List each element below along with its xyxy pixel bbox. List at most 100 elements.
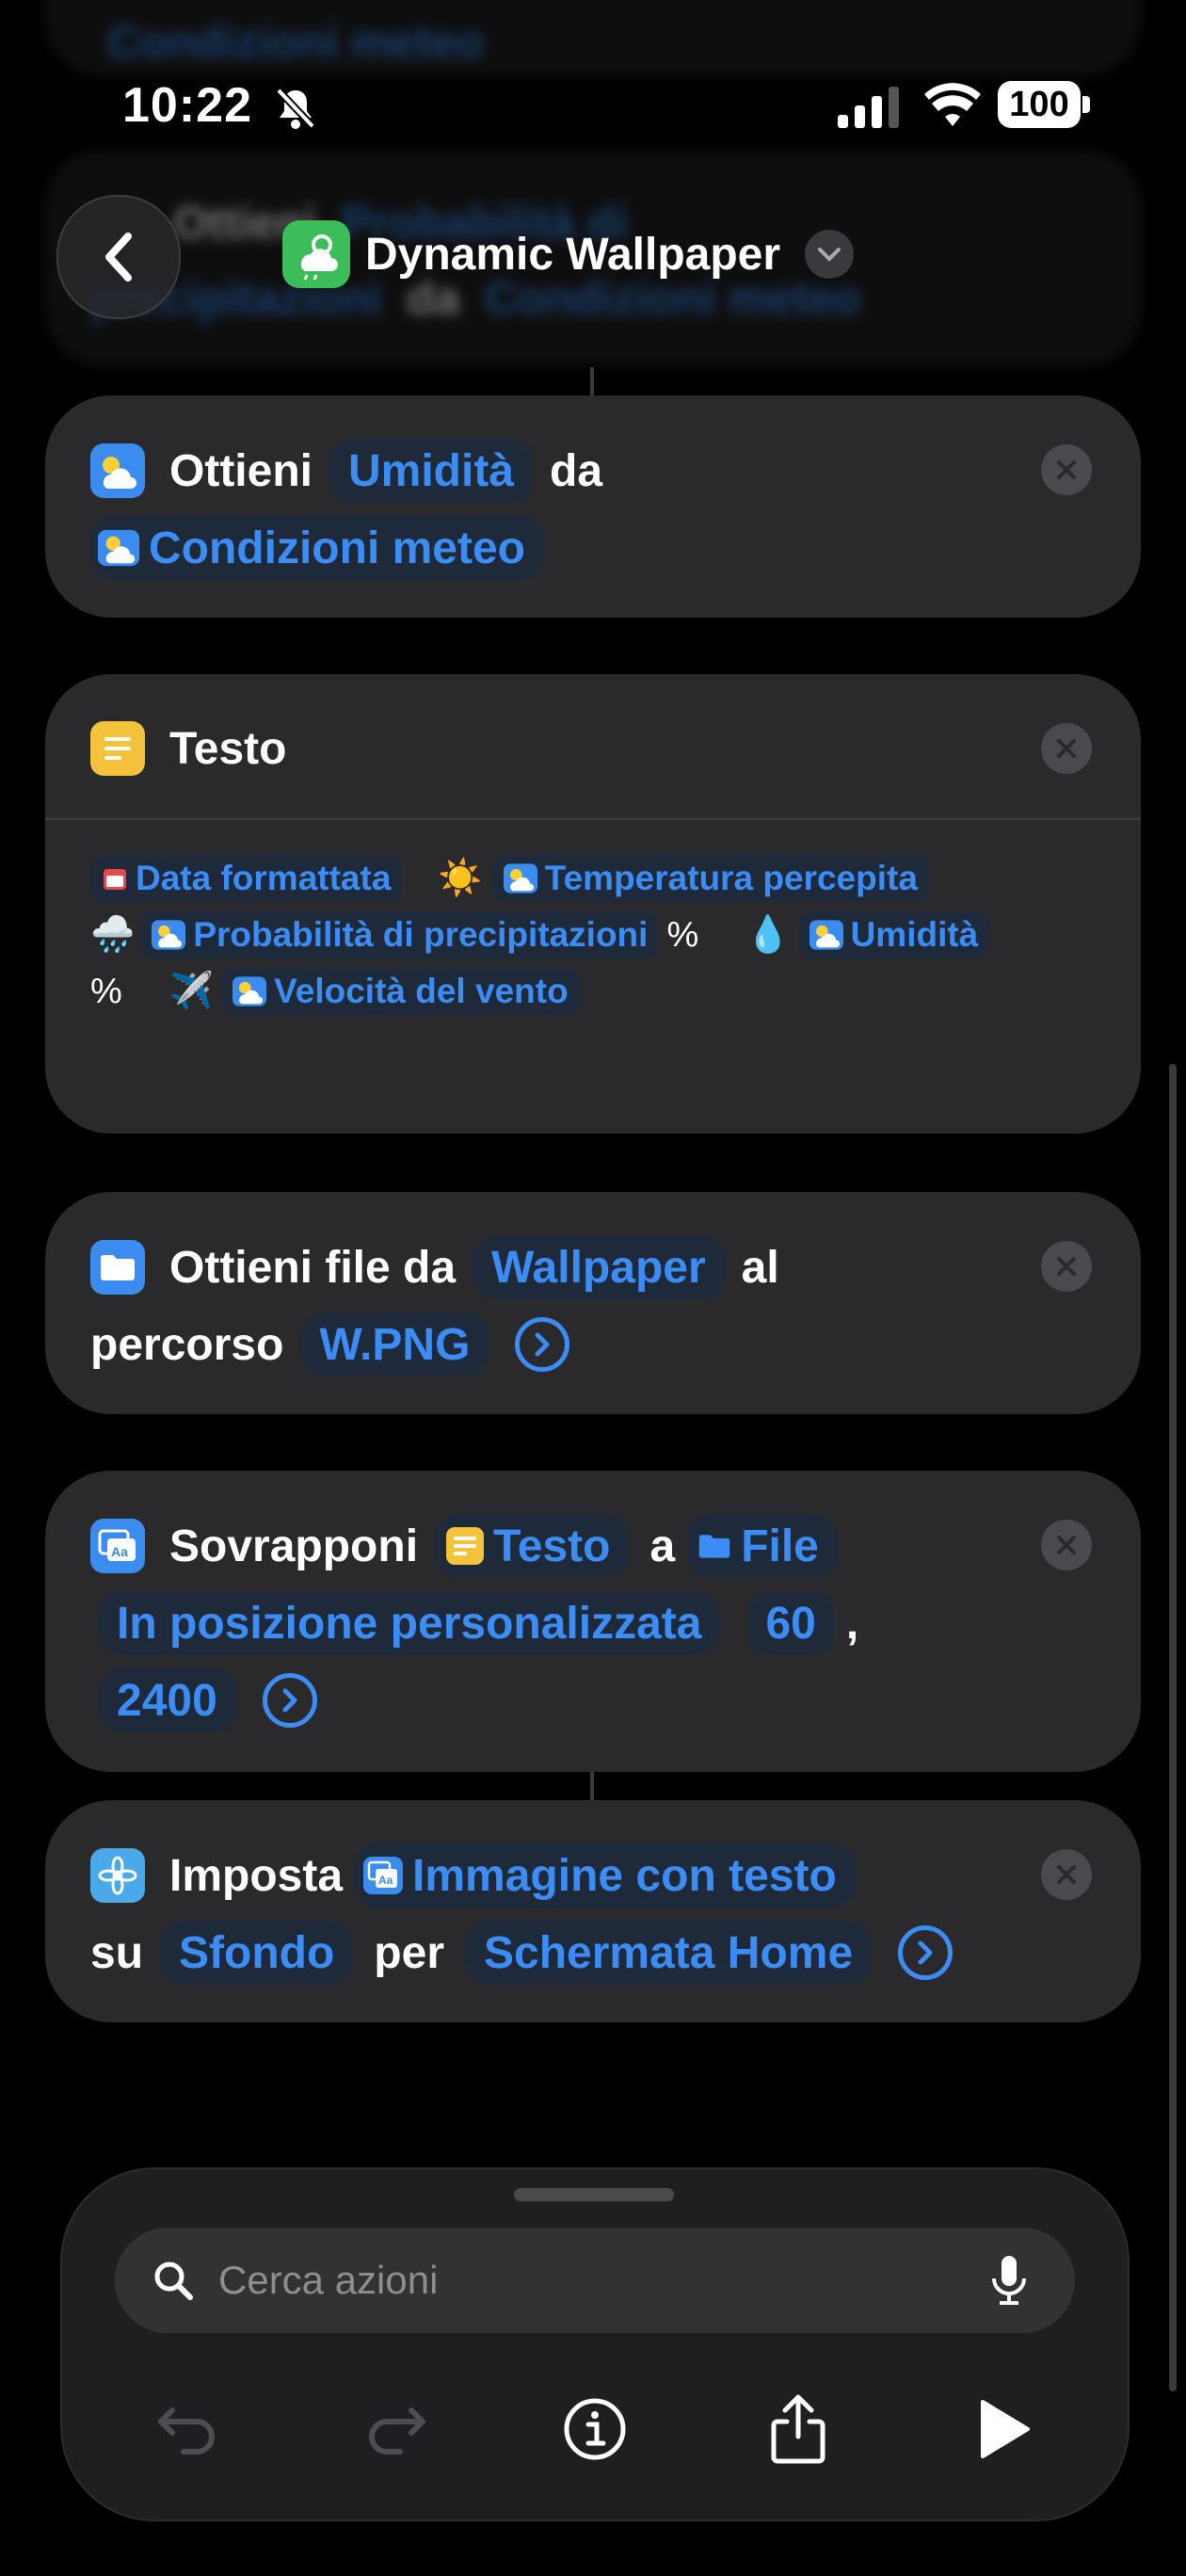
path-param[interactable]: W.PNG — [300, 1312, 489, 1377]
redo-button[interactable] — [348, 2382, 442, 2476]
shortcut-title-button[interactable]: Dynamic Wallpaper — [282, 217, 855, 292]
weather-icon — [809, 920, 843, 950]
action-line-2: su Sfondo per Schermata Home — [90, 1921, 954, 1985]
share-button[interactable] — [751, 2382, 845, 2476]
action-from: da — [550, 445, 603, 496]
chevron-right-icon — [535, 1332, 550, 1357]
position-param[interactable]: In posizione personalizzata — [98, 1591, 721, 1655]
play-icon — [981, 2400, 1030, 2458]
close-icon — [1057, 1865, 1076, 1884]
precipitation-variable[interactable]: Probabilità di precipitazioni — [140, 911, 660, 958]
weather-app-icon — [282, 220, 350, 288]
battery-cap — [1082, 96, 1090, 113]
text-body-line-3: % ✈️ Velocità del vento — [90, 968, 580, 1015]
percent-sign: % — [90, 971, 122, 1011]
folder-param[interactable]: Wallpaper — [473, 1235, 725, 1299]
action-line-3: 2400 — [98, 1668, 317, 1732]
svg-text:Aa: Aa — [378, 1874, 393, 1887]
action-line-2: Condizioni meteo — [90, 516, 544, 580]
action-line-1: Aa Sovrapponi Testo a File — [90, 1514, 838, 1578]
screen-param[interactable]: Schermata Home — [465, 1921, 873, 1985]
humidity-param[interactable]: Umidità — [329, 439, 534, 503]
action-card-get-file[interactable]: Ottieni file da Wallpaper al percorso W.… — [45, 1192, 1141, 1414]
remove-action-button[interactable] — [1041, 444, 1092, 495]
expand-options-button[interactable] — [515, 1317, 570, 1372]
remove-action-button[interactable] — [1041, 723, 1092, 774]
action-card-get-humidity[interactable]: Ottieni Umidità da Condizioni meteo — [45, 395, 1141, 618]
search-bar[interactable] — [115, 2228, 1075, 2333]
folder-icon — [90, 1240, 145, 1295]
action-card-overlay-text[interactable]: Aa Sovrapponi Testo a File In posizione … — [45, 1471, 1141, 1772]
action-verb: Ottieni — [169, 445, 313, 496]
expand-options-button[interactable] — [898, 1925, 954, 1980]
share-icon — [771, 2394, 825, 2464]
shortcut-title: Dynamic Wallpaper — [365, 229, 781, 280]
text-variable[interactable]: Testo — [435, 1514, 630, 1578]
action-line-2: percorso W.PNG — [90, 1312, 570, 1377]
search-input[interactable] — [216, 2257, 954, 2304]
close-icon — [1057, 1536, 1076, 1554]
chevron-right-icon — [282, 1688, 297, 1713]
close-icon — [1057, 460, 1076, 479]
overlay-image-icon: Aa — [363, 1857, 404, 1894]
action-card-set-wallpaper[interactable]: Imposta Aa Immagine con testo su Sfondo … — [45, 1800, 1141, 2022]
svg-text:Aa: Aa — [111, 1544, 128, 1559]
action-verb: Imposta — [169, 1850, 344, 1901]
weather-icon — [232, 976, 267, 1006]
text-title: Testo — [169, 723, 287, 774]
overlay-image-icon: Aa — [90, 1519, 145, 1573]
remove-action-button[interactable] — [1041, 1520, 1092, 1570]
chevron-left-icon — [105, 233, 132, 282]
weather-icon — [98, 529, 139, 567]
run-button[interactable] — [956, 2382, 1050, 2476]
drop-emoji: 💧 — [745, 915, 791, 955]
panel-grabber[interactable] — [514, 2188, 674, 2201]
action-card-text[interactable]: Testo — [45, 674, 1141, 1134]
info-button[interactable] — [548, 2382, 642, 2476]
a-word: a — [649, 1521, 676, 1571]
x-coordinate-param[interactable]: 60 — [746, 1591, 835, 1655]
weather-icon — [90, 443, 145, 498]
date-variable[interactable]: Data formattata — [90, 855, 403, 902]
wallpaper-flower-icon — [90, 1848, 145, 1903]
wind-speed-variable[interactable]: Velocità del vento — [221, 968, 580, 1015]
action-line-1: Ottieni Umidità da — [90, 439, 602, 503]
remove-action-button[interactable] — [1041, 1241, 1092, 1292]
microphone-icon[interactable] — [990, 2254, 1028, 2307]
status-bar: 10:22 100 — [0, 0, 1186, 141]
undo-button[interactable] — [141, 2382, 235, 2476]
rain-emoji: 🌧️ — [90, 915, 136, 955]
info-icon — [564, 2398, 626, 2460]
per-word: per — [374, 1927, 444, 1978]
status-time: 10:22 — [122, 78, 252, 133]
humidity-variable[interactable]: Umidità — [797, 911, 990, 958]
battery-level: 100 — [1009, 84, 1069, 124]
scrollbar[interactable] — [1169, 1064, 1177, 2391]
redo-icon — [369, 2407, 425, 2455]
comma: , — [845, 1598, 859, 1649]
chevron-down-icon — [805, 230, 855, 279]
su-word: su — [90, 1927, 144, 1978]
image-variable[interactable]: Aa Immagine con testo — [354, 1843, 856, 1908]
chevron-right-icon — [918, 1940, 933, 1965]
silent-bell-icon — [276, 88, 315, 129]
text-icon — [446, 1527, 485, 1565]
expand-options-button[interactable] — [262, 1673, 317, 1728]
weather-conditions-variable[interactable]: Condizioni meteo — [90, 516, 544, 580]
back-button[interactable] — [56, 195, 181, 319]
weather-icon — [503, 863, 537, 894]
close-icon — [1057, 739, 1076, 758]
y-coordinate-param[interactable]: 2400 — [98, 1668, 236, 1732]
feels-like-variable[interactable]: Temperatura percepita — [491, 855, 929, 902]
text-icon — [90, 721, 145, 776]
file-variable[interactable]: File — [686, 1514, 838, 1578]
text-body-line-2: 🌧️ Probabilità di precipitazioni % 💧 Umi… — [90, 911, 990, 958]
action-line-1: Imposta Aa Immagine con testo — [90, 1843, 856, 1908]
percent-sign: % — [666, 914, 699, 955]
cellular-signal-icon — [838, 87, 899, 128]
battery-indicator: 100 — [998, 81, 1081, 128]
remove-action-button[interactable] — [1041, 1849, 1092, 1900]
wallpaper-target-param[interactable]: Sfondo — [160, 1921, 354, 1985]
airplane-emoji: ✈️ — [168, 972, 215, 1011]
flow-connector — [590, 1772, 594, 1800]
